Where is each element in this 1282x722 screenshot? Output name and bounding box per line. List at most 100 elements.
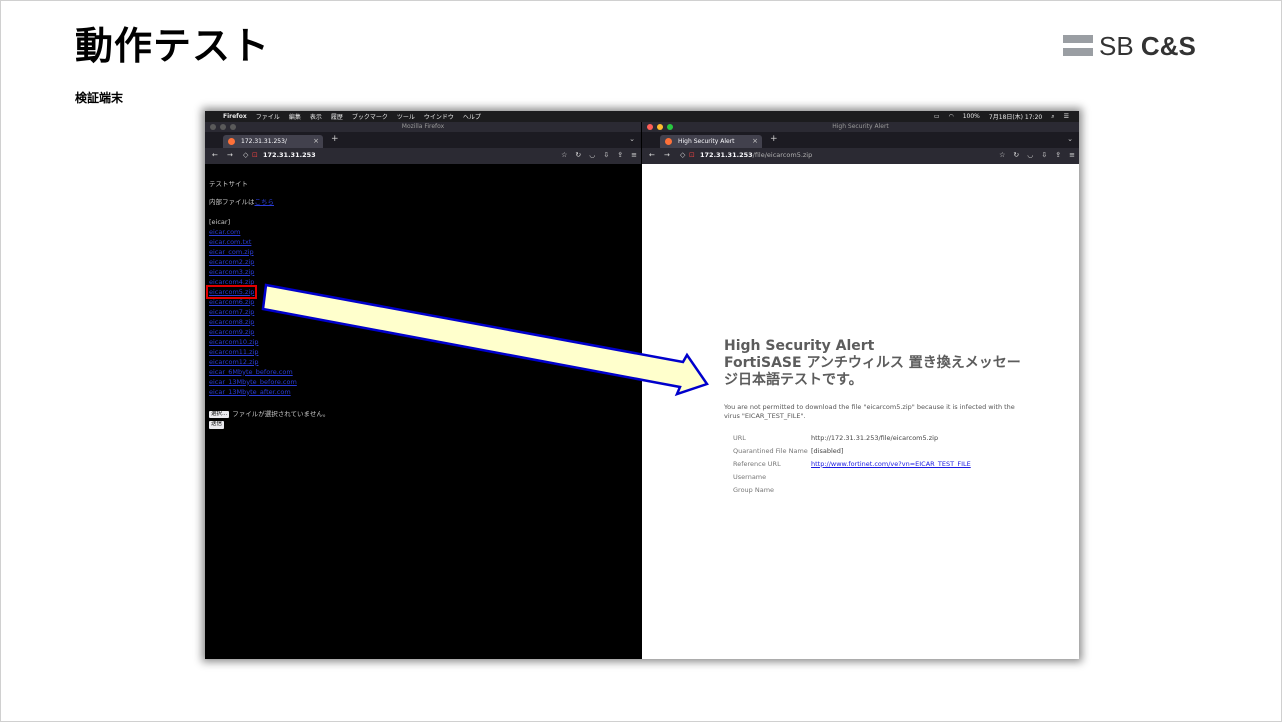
eicar-file-link[interactable]: eicarcom6.zip (209, 298, 254, 306)
menu-file[interactable]: ファイル (256, 112, 280, 121)
new-tab-icon[interactable]: + (331, 134, 339, 144)
eicar-file-link[interactable]: eicarcom2.zip (209, 258, 254, 266)
file-upload-row: 選択... ファイルが選択されていません。 (209, 410, 637, 418)
chevron-down-icon[interactable]: ⌄ (629, 135, 635, 143)
list-item: eicarcom11.zip (209, 348, 637, 359)
alert-details: URL http://172.31.31.253/file/eicarcom5.z… (733, 431, 1024, 496)
eicar-file-link[interactable]: eicar.com (209, 228, 240, 236)
eicar-file-link[interactable]: eicarcom4.zip (209, 278, 254, 286)
close-tab-icon[interactable]: × (313, 137, 319, 145)
eicar-file-link[interactable]: eicar_com.zip (209, 248, 254, 256)
highlighted-list-item: eicarcom5.zip (205, 284, 637, 299)
search-icon[interactable]: ⌕ (1051, 113, 1054, 121)
menu-tools[interactable]: ツール (397, 112, 415, 121)
eicar-file-link[interactable]: eicarcom9.zip (209, 328, 254, 336)
tab-active[interactable]: 172.31.31.253/ × (223, 135, 323, 148)
eicar-file-link[interactable]: eicar_6Mbyte_before.com (209, 368, 293, 376)
downloads-icon[interactable]: ⇩ (1041, 151, 1047, 159)
control-center-icon[interactable]: ☰ (1064, 113, 1069, 120)
pocket-icon[interactable]: ◡ (589, 151, 595, 159)
slide-subtitle: 検証端末 (75, 91, 124, 105)
menu-window[interactable]: ウインドウ (424, 112, 454, 121)
tab-bar: 172.31.31.253/ × + ⌄ (205, 132, 641, 148)
forward-icon[interactable]: → (664, 151, 670, 159)
firefox-icon (665, 138, 672, 145)
eicar-heading: [eicar] (209, 218, 231, 226)
list-item: eicarcom4.zip (209, 278, 637, 289)
firefox-icon (228, 138, 235, 145)
window-title: High Security Alert (832, 123, 889, 130)
detail-row: Group Name (733, 483, 1024, 496)
internal-file-link[interactable]: こちら (255, 198, 275, 206)
submit-button[interactable]: 送信 (209, 421, 225, 429)
screenshot: Firefox ファイル 編集 表示 履歴 ブックマーク ツール ウインドウ ヘ… (205, 111, 1079, 659)
detail-key: Group Name (733, 485, 775, 494)
slide-title: 動作テスト (75, 24, 271, 68)
reload-icon[interactable]: ↻ (575, 151, 581, 159)
menu-firefox[interactable]: Firefox (223, 113, 247, 120)
eicar-file-link[interactable]: eicarcom12.zip (209, 358, 258, 366)
eicar-file-link[interactable]: eicarcom5.zip (205, 284, 258, 299)
menu-icon[interactable]: ≡ (631, 151, 637, 159)
downloads-icon[interactable]: ⇩ (603, 151, 609, 159)
choose-file-button[interactable]: 選択... (209, 410, 230, 418)
detail-key: Reference URL (733, 459, 781, 468)
menu-view[interactable]: 表示 (310, 112, 322, 121)
back-icon[interactable]: ← (649, 151, 655, 159)
list-item: eicarcom7.zip (209, 308, 637, 319)
detail-value: http://www.fortinet.com/ve?vn=EICAR_TEST… (811, 460, 971, 468)
tab-title: High Security Alert (678, 138, 735, 145)
battery-level[interactable]: 100% (963, 113, 980, 120)
list-item: eicarcom2.zip (209, 258, 637, 269)
security-alert: High Security Alert FortiSASE アンチウィルス 置き… (724, 338, 1024, 496)
eicar-file-link[interactable]: eicarcom11.zip (209, 348, 258, 356)
firefox-window-right: High Security Alert High Security Alert … (642, 122, 1079, 659)
eicar-file-link[interactable]: eicar_13Mbyte_before.com (209, 378, 297, 386)
share-icon[interactable]: ⇪ (1055, 151, 1061, 159)
lock-icon[interactable]: ⊡ (689, 151, 695, 159)
menu-help[interactable]: ヘルプ (463, 112, 481, 121)
detail-value: http://172.31.31.253/file/eicarcom5.zip (811, 433, 939, 442)
detail-key: URL (733, 433, 746, 442)
pocket-icon[interactable]: ◡ (1027, 151, 1033, 159)
menu-icon[interactable]: ≡ (1069, 151, 1075, 159)
eicar-file-link[interactable]: eicarcom3.zip (209, 268, 254, 276)
eicar-file-link[interactable]: eicar.com.txt (209, 238, 251, 246)
clock[interactable]: 7月18日(木) 17:20 (989, 112, 1042, 121)
tab-active[interactable]: High Security Alert × (660, 135, 762, 148)
detail-key: Username (733, 472, 767, 481)
reference-url-link[interactable]: http://www.fortinet.com/ve?vn=EICAR_TEST… (811, 460, 971, 468)
lock-icon[interactable]: ⊡ (252, 151, 258, 159)
bookmark-star-icon[interactable]: ☆ (561, 151, 567, 159)
list-item: eicarcom6.zip (209, 298, 637, 309)
firefox-window-left: Mozilla Firefox 172.31.31.253/ × + ⌄ ← →… (205, 122, 641, 659)
close-tab-icon[interactable]: × (752, 137, 758, 145)
eicar-file-link[interactable]: eicarcom8.zip (209, 318, 254, 326)
menu-bookmarks[interactable]: ブックマーク (352, 112, 388, 121)
display-icon[interactable]: ▭ (934, 113, 940, 120)
eicar-file-link[interactable]: eicarcom7.zip (209, 308, 254, 316)
list-item: eicarcom10.zip (209, 338, 637, 349)
eicar-file-link[interactable]: eicarcom10.zip (209, 338, 258, 346)
forward-icon[interactable]: → (227, 151, 233, 159)
new-tab-icon[interactable]: + (770, 134, 778, 144)
sbcs-logo: SB C&S (1063, 31, 1197, 61)
internal-file-line: 内部ファイルはこちら (209, 197, 275, 206)
detail-row: URL http://172.31.31.253/file/eicarcom5.z… (733, 431, 1024, 444)
bookmark-star-icon[interactable]: ☆ (999, 151, 1005, 159)
chevron-down-icon[interactable]: ⌄ (1067, 135, 1073, 143)
shield-icon[interactable]: ◇ (680, 151, 685, 159)
share-icon[interactable]: ⇪ (617, 151, 623, 159)
no-file-text: ファイルが選択されていません。 (232, 410, 330, 418)
menu-edit[interactable]: 編集 (289, 112, 301, 121)
wifi-icon[interactable]: ◠ (948, 113, 953, 120)
alert-message: You are not permitted to download the fi… (724, 403, 1015, 420)
menu-history[interactable]: 履歴 (331, 112, 343, 121)
reload-icon[interactable]: ↻ (1013, 151, 1019, 159)
address-bar[interactable]: 172.31.31.253 (263, 151, 316, 159)
eicar-file-link[interactable]: eicar_13Mbyte_after.com (209, 388, 291, 396)
back-icon[interactable]: ← (212, 151, 218, 159)
shield-icon[interactable]: ◇ (243, 151, 248, 159)
nav-bar: ← → ◇ ⊡ 172.31.31.253/file/eicarcom5.zip… (642, 148, 1079, 164)
address-bar[interactable]: 172.31.31.253/file/eicarcom5.zip (700, 151, 812, 159)
